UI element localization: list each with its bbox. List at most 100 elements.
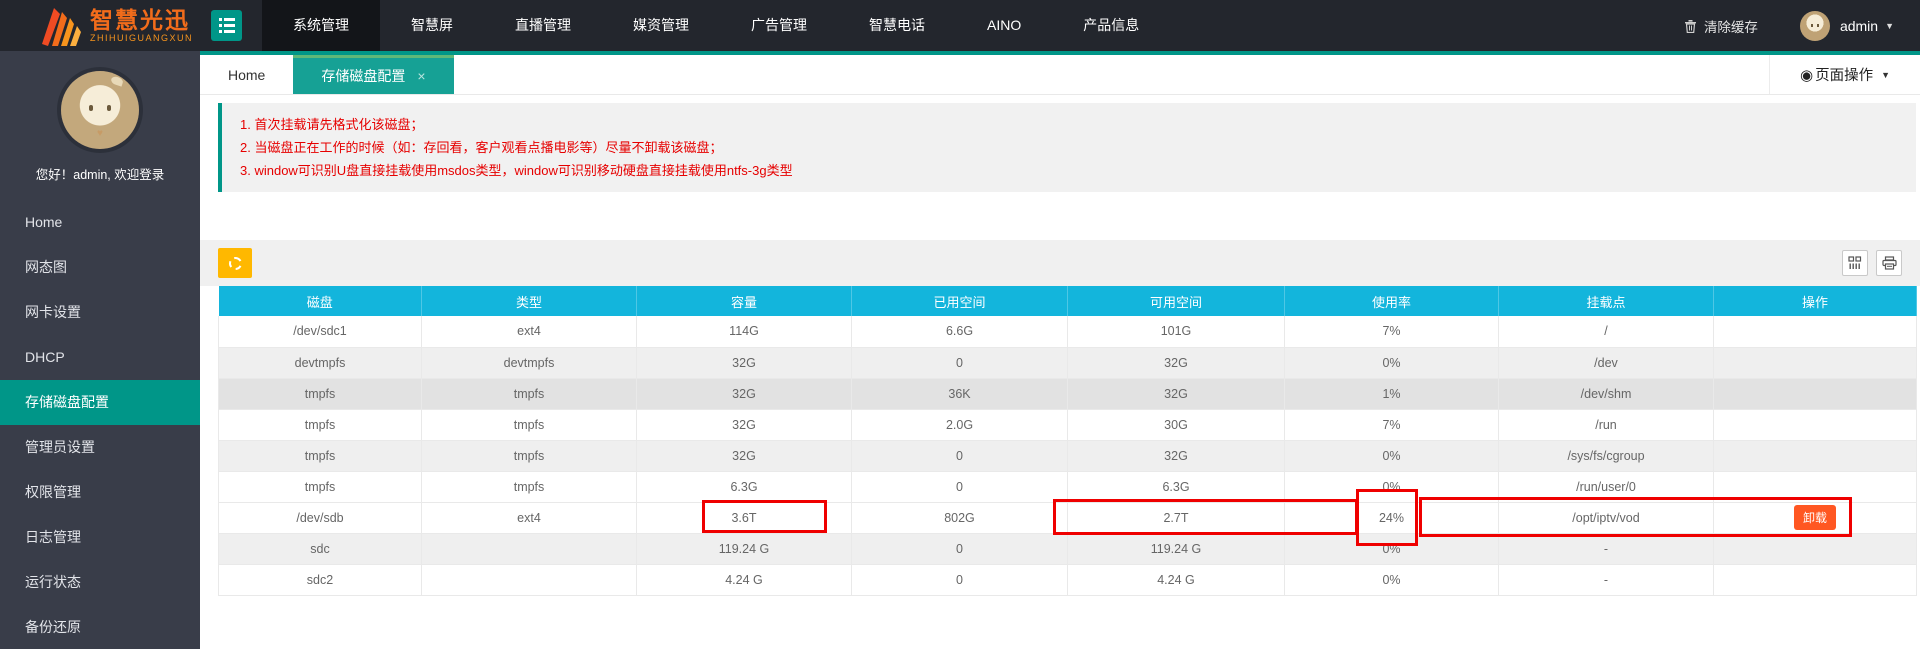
cell-type: tmpfs	[421, 440, 637, 472]
sidebar-item-Home[interactable]: Home	[0, 200, 200, 245]
cell-action	[1713, 378, 1917, 410]
cell-capacity: 32G	[636, 378, 852, 410]
sidebar-toggle-button[interactable]	[211, 10, 243, 41]
sidebar-item-DHCP[interactable]: DHCP	[0, 335, 200, 380]
refresh-button[interactable]	[218, 248, 252, 278]
user-name: admin	[1839, 17, 1879, 34]
tab-label: 存储磁盘配置	[321, 67, 406, 84]
cell-used: 36K	[851, 378, 1068, 410]
cell-available: 32G	[1067, 378, 1285, 410]
cell-mount: /sys/fs/cgroup	[1498, 440, 1714, 472]
cell-capacity: 32G	[636, 409, 852, 441]
cell-mount: /run	[1498, 409, 1714, 441]
sidebar: ♥ 您好！admin, 欢迎登录 Home 网态图 网卡设置 DHCP 存储磁盘配置 管理…	[0, 51, 200, 649]
cell-disk: devtmpfs	[218, 347, 422, 379]
cell-available: 119.24 G	[1067, 533, 1285, 565]
nav-item-AINO[interactable]: AINO	[956, 0, 1052, 51]
refresh-icon	[228, 256, 242, 270]
nav-item-产品信息[interactable]: 产品信息	[1052, 0, 1170, 51]
cell-mount: /run/user/0	[1498, 471, 1714, 503]
disk-table: 磁盘 类型 容量 已用空间 可用空间 使用率 挂载点 操作 /dev/sdc1 ext4 114G…	[218, 286, 1917, 596]
chevron-down-icon: ▼	[1881, 69, 1890, 80]
cell-capacity: 3.6T	[636, 502, 852, 534]
cell-action	[1713, 409, 1917, 441]
cell-mount: /dev	[1498, 347, 1714, 379]
tab-Home[interactable]: Home	[200, 55, 293, 94]
topbar: 智慧光迅 ZHIHUIGUANGXUN 系统管理 智慧屏 直播管理 媒资管理 广告管理智…	[0, 0, 1920, 51]
user-avatar[interactable]	[1799, 10, 1830, 41]
logo-title: 智慧光迅	[90, 6, 190, 33]
columns-filter-button[interactable]	[1842, 250, 1868, 276]
cell-capacity: 32G	[636, 440, 852, 472]
cell-capacity: 4.24 G	[636, 564, 852, 596]
cell-used: 2.0G	[851, 409, 1068, 441]
cell-action	[1713, 316, 1917, 348]
cell-disk: tmpfs	[218, 440, 422, 472]
cell-usage: 24%	[1284, 502, 1499, 534]
cell-mount: /dev/shm	[1498, 378, 1714, 410]
page-actions-button[interactable]: ◉ 页面操作 ▼	[1768, 55, 1920, 94]
sidebar-item-网卡设置[interactable]: 网卡设置	[0, 290, 200, 335]
unmount-button[interactable]: 卸载	[1793, 505, 1836, 530]
sidebar-item-日志管理[interactable]: 日志管理	[0, 515, 200, 560]
cell-disk: sdc	[218, 533, 422, 565]
user-menu[interactable]: admin ▼	[1840, 18, 1894, 34]
nav-item-系统管理[interactable]: 系统管理	[262, 0, 381, 51]
nav-item-直播管理[interactable]: 直播管理	[484, 0, 602, 51]
cell-type: tmpfs	[421, 471, 637, 503]
sidebar-item-存储磁盘配置[interactable]: 存储磁盘配置	[0, 380, 200, 425]
greeting-text: 您好！admin, 欢迎登录	[35, 168, 165, 182]
nav-item-广告管理[interactable]: 广告管理	[720, 0, 838, 51]
main-content: Home 存储磁盘配置 × ◉ 页面操作 ▼ 1. 首次挂载请先格式化该磁盘； 2. …	[200, 51, 1920, 649]
menu-toggle-icon	[218, 18, 235, 21]
cell-action	[1713, 440, 1917, 472]
tab-label: Home	[228, 67, 266, 83]
table-row-/dev/sdb: /dev/sdb ext4 3.6T 802G 2.7T 24%/opt/iptv/vod…	[218, 502, 1917, 534]
cell-mount: /	[1498, 316, 1714, 348]
cell-capacity: 114G	[636, 316, 852, 348]
print-button[interactable]	[1876, 250, 1902, 276]
cell-type	[421, 564, 637, 596]
column-header-使用率: 使用率	[1284, 286, 1499, 316]
cell-disk: tmpfs	[218, 378, 422, 410]
app-logo: 智慧光迅 ZHIHUIGUANGXUN	[40, 6, 193, 46]
cell-type	[421, 533, 637, 565]
nav-item-媒资管理[interactable]: 媒资管理	[602, 0, 720, 51]
cell-disk: tmpfs	[218, 409, 422, 441]
cell-available: 6.3G	[1067, 471, 1285, 503]
sidebar-item-运行状态[interactable]: 运行状态	[0, 560, 200, 605]
clear-cache-button[interactable]: 清除缓存	[1684, 16, 1758, 36]
cell-used: 0	[851, 347, 1068, 379]
cell-used: 0	[851, 440, 1068, 472]
column-header-磁盘: 磁盘	[218, 286, 422, 316]
nav-item-智慧屏[interactable]: 智慧屏	[380, 0, 484, 51]
cell-action	[1713, 471, 1917, 503]
cell-available: 4.24 G	[1067, 564, 1285, 596]
cell-type: tmpfs	[421, 409, 637, 441]
nav-item-智慧电话[interactable]: 智慧电话	[838, 0, 956, 51]
table-row-sdc2: sdc2 4.24 G 0 4.24 G 0% -	[218, 564, 1917, 596]
sidebar-item-备份还原[interactable]: 备份还原	[0, 605, 200, 649]
printer-icon	[1881, 256, 1897, 270]
column-header-可用空间: 可用空间	[1067, 286, 1285, 316]
sidebar-item-管理员设置[interactable]: 管理员设置	[0, 425, 200, 470]
close-icon[interactable]: ×	[417, 58, 425, 95]
clear-cache-label: 清除缓存	[1703, 19, 1758, 35]
sidebar-item-网态图[interactable]: 网态图	[0, 245, 200, 290]
cell-usage: 0%	[1284, 440, 1499, 472]
cell-used: 6.6G	[851, 316, 1068, 348]
cell-disk: sdc2	[218, 564, 422, 596]
cell-action: 卸载	[1713, 502, 1917, 534]
cell-usage: 1%	[1284, 378, 1499, 410]
column-header-容量: 容量	[636, 286, 852, 316]
tab-存储磁盘配置[interactable]: 存储磁盘配置 ×	[293, 55, 454, 95]
page-actions-label: 页面操作	[1815, 68, 1874, 84]
sidebar-item-权限管理[interactable]: 权限管理	[0, 470, 200, 515]
cell-action	[1713, 533, 1917, 565]
cell-disk: tmpfs	[218, 471, 422, 503]
disk-warning-notice: 1. 首次挂载请先格式化该磁盘； 2. 当磁盘正在工作的时候（如：存回看，客户观看…	[218, 103, 1916, 192]
cell-disk: /dev/sdc1	[218, 316, 422, 348]
cell-used: 0	[851, 533, 1068, 565]
table-row-devtmpfs: devtmpfs devtmpfs 32G 0 32G 0%/dev	[218, 347, 1917, 379]
cell-available: 32G	[1067, 440, 1285, 472]
